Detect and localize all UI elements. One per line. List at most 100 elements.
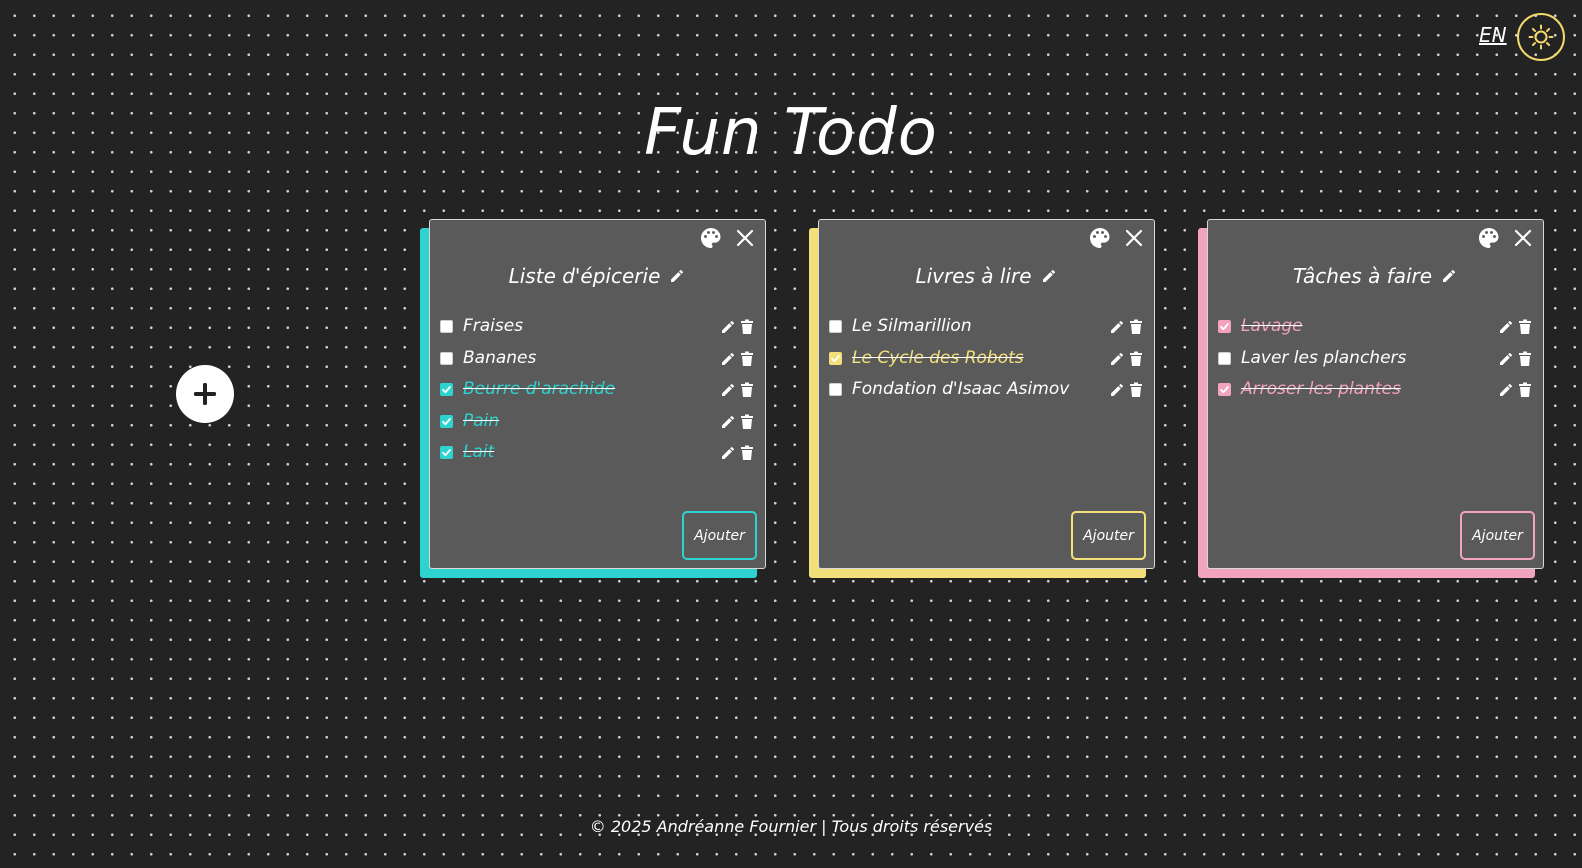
list-title: Livres à lire — [915, 264, 1032, 288]
palette-icon[interactable] — [1477, 226, 1501, 250]
delete-trash-icon[interactable] — [1128, 319, 1144, 335]
delete-trash-icon[interactable] — [739, 445, 755, 461]
todo-list-card: Liste d'épicerie Fraises Bananes Beurre d'a… — [420, 219, 766, 578]
todo-item-text: Fraises — [463, 316, 524, 336]
todo-card: Livres à lire Le Silmarillion Le Cycle des… — [818, 219, 1155, 569]
todo-item-text: Laver les planchers — [1241, 347, 1407, 368]
card-title-row: Liste d'épicerie — [430, 264, 765, 288]
add-list-button[interactable] — [176, 365, 234, 423]
edit-pencil-icon[interactable] — [1109, 319, 1125, 335]
todo-checkbox[interactable] — [829, 320, 842, 333]
delete-trash-icon[interactable] — [739, 414, 755, 430]
todo-checkbox[interactable] — [829, 351, 842, 365]
todo-checkbox[interactable] — [440, 414, 453, 428]
todo-item-actions — [1109, 319, 1144, 335]
edit-pencil-icon[interactable] — [720, 351, 736, 367]
delete-trash-icon[interactable] — [739, 319, 755, 335]
todo-items-list: Fraises Bananes Beurre d'arachide Pain Lait — [430, 313, 765, 471]
list-title: Liste d'épicerie — [508, 264, 661, 288]
edit-pencil-icon[interactable] — [1109, 351, 1125, 367]
todo-item-text: Fondation d'Isaac Asimov — [852, 379, 1070, 399]
todo-item: Beurre d'arachide — [430, 376, 765, 408]
language-toggle-link[interactable]: EN — [1479, 23, 1507, 47]
todo-item-text: Arroser les plantes — [1241, 379, 1401, 399]
edit-pencil-icon[interactable] — [1498, 319, 1514, 335]
todo-item-text: Pain — [463, 410, 500, 431]
edit-title-pencil-icon[interactable] — [1040, 267, 1058, 285]
delete-trash-icon[interactable] — [1128, 351, 1144, 367]
todo-item-actions — [1498, 319, 1533, 335]
todo-list-card: Livres à lire Le Silmarillion Le Cycle des… — [809, 219, 1155, 578]
palette-icon[interactable] — [699, 226, 723, 250]
add-item-button[interactable]: Ajouter — [682, 511, 757, 560]
todo-item-text: Bananes — [463, 347, 537, 368]
todo-item: Pain — [430, 408, 765, 440]
card-toolbar — [1477, 226, 1535, 250]
todo-list-card: Tâches à faire Lavage Laver les planchers A… — [1198, 219, 1544, 578]
close-icon[interactable] — [1122, 226, 1146, 250]
todo-item: Fraises — [430, 313, 765, 345]
delete-trash-icon[interactable] — [1517, 319, 1533, 335]
todo-checkbox[interactable] — [1218, 320, 1231, 333]
close-icon[interactable] — [1511, 226, 1535, 250]
todo-item: Bananes — [430, 345, 765, 377]
edit-pencil-icon[interactable] — [720, 445, 736, 461]
todo-item: Fondation d'Isaac Asimov — [819, 376, 1154, 408]
sun-icon — [1528, 24, 1554, 50]
todo-item: Arroser les plantes — [1208, 376, 1543, 408]
todo-item-actions — [720, 382, 755, 398]
delete-trash-icon[interactable] — [1128, 382, 1144, 398]
todo-item-actions — [1498, 382, 1533, 398]
todo-checkbox[interactable] — [1218, 383, 1231, 396]
todo-card: Tâches à faire Lavage Laver les planchers A… — [1207, 219, 1544, 569]
card-title-row: Tâches à faire — [1208, 264, 1543, 288]
todo-item: Lavage — [1208, 313, 1543, 345]
todo-item-actions — [720, 414, 755, 430]
todo-checkbox[interactable] — [440, 320, 453, 333]
footer-copyright: © 2025 Andréanne Fournier | Tous droits … — [589, 817, 993, 836]
todo-item: Laver les planchers — [1208, 345, 1543, 377]
theme-toggle-button[interactable] — [1517, 13, 1565, 61]
add-item-button[interactable]: Ajouter — [1071, 511, 1146, 560]
edit-pencil-icon[interactable] — [1498, 382, 1514, 398]
todo-checkbox[interactable] — [440, 351, 453, 365]
edit-title-pencil-icon[interactable] — [668, 267, 686, 285]
card-title-row: Livres à lire — [819, 264, 1154, 288]
todo-item-actions — [1109, 351, 1144, 367]
card-toolbar — [1088, 226, 1146, 250]
edit-pencil-icon[interactable] — [1498, 351, 1514, 367]
todo-checkbox[interactable] — [1218, 351, 1231, 365]
close-icon[interactable] — [733, 226, 757, 250]
palette-icon[interactable] — [1088, 226, 1112, 250]
app-title: Fun Todo — [644, 96, 938, 170]
edit-pencil-icon[interactable] — [1109, 382, 1125, 398]
todo-item: Le Silmarillion — [819, 313, 1154, 345]
todo-item-text: Le Cycle des Robots — [852, 347, 1024, 368]
todo-checkbox[interactable] — [440, 446, 453, 459]
todo-item-actions — [1109, 382, 1144, 398]
plus-icon — [194, 383, 216, 405]
edit-title-pencil-icon[interactable] — [1440, 267, 1458, 285]
delete-trash-icon[interactable] — [739, 382, 755, 398]
todo-checkbox[interactable] — [440, 383, 453, 396]
delete-trash-icon[interactable] — [739, 351, 755, 367]
todo-item-actions — [720, 319, 755, 335]
edit-pencil-icon[interactable] — [720, 382, 736, 398]
todo-checkbox[interactable] — [829, 383, 842, 396]
todo-item-actions — [720, 351, 755, 367]
app-page: EN Fun Todo Liste d'épicerie Fraises Banan… — [0, 0, 1582, 868]
todo-item-actions — [720, 445, 755, 461]
edit-pencil-icon[interactable] — [720, 319, 736, 335]
todo-item-text: Lait — [463, 442, 495, 462]
todo-item-actions — [1498, 351, 1533, 367]
todo-item-text: Beurre d'arachide — [463, 379, 616, 399]
todo-item-text: Le Silmarillion — [852, 316, 972, 336]
edit-pencil-icon[interactable] — [720, 414, 736, 430]
todo-items-list: Le Silmarillion Le Cycle des Robots Fondat… — [819, 313, 1154, 408]
todo-item: Le Cycle des Robots — [819, 345, 1154, 377]
todo-item-text: Lavage — [1241, 316, 1303, 336]
add-item-button[interactable]: Ajouter — [1460, 511, 1535, 560]
todo-item: Lait — [430, 439, 765, 471]
delete-trash-icon[interactable] — [1517, 382, 1533, 398]
delete-trash-icon[interactable] — [1517, 351, 1533, 367]
